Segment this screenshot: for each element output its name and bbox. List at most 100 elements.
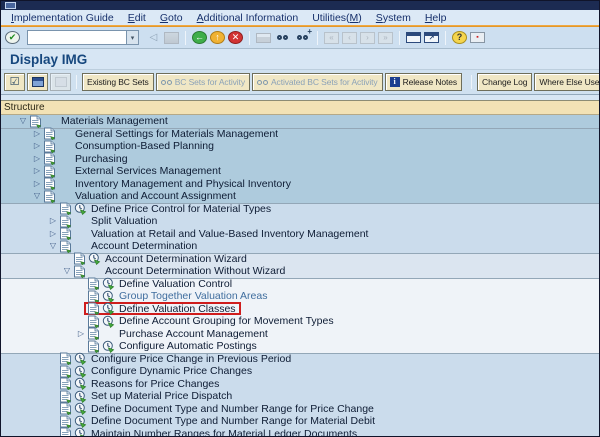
tree-item-label[interactable]: Maintain Number Ranges for Material Ledg…	[91, 428, 357, 436]
execute-activity-icon[interactable]	[74, 427, 88, 436]
img-documentation-icon[interactable]	[87, 315, 102, 328]
execute-activity-icon[interactable]	[102, 302, 116, 316]
img-documentation-icon[interactable]	[59, 377, 74, 391]
execute-activity-icon[interactable]	[74, 352, 88, 366]
img-documentation-icon[interactable]	[43, 190, 58, 203]
release-notes-button[interactable]: i Release Notes	[384, 73, 463, 91]
tree-item-valuation-at-retail-and-value-based-inventory-management[interactable]: ▷ Valuation at Retail and Value-Based In…	[1, 227, 599, 241]
command-input[interactable]	[27, 30, 127, 45]
back-icon[interactable]: ←	[192, 31, 207, 44]
img-documentation-icon[interactable]	[87, 340, 102, 353]
tree-item-define-document-type-and-number-range-for-material-debit[interactable]: Define Document Type and Number Range fo…	[1, 415, 599, 428]
tree-item-label[interactable]: Reasons for Price Changes	[91, 378, 219, 390]
execute-activity-icon[interactable]	[74, 390, 88, 403]
tree-item-external-services-management[interactable]: ▷ External Services Management	[1, 165, 599, 178]
execute-activity-icon[interactable]	[88, 252, 102, 266]
img-documentation-icon[interactable]	[59, 402, 74, 416]
tree-item-configure-price-change-in-previous-period[interactable]: Configure Price Change in Previous Perio…	[1, 352, 599, 366]
menu-help[interactable]: Help	[425, 12, 447, 24]
tree-item-inventory-management-and-physical-inventory[interactable]: ▷ Inventory Management and Physical Inve…	[1, 177, 599, 191]
tree-item-label[interactable]: Account Determination Wizard	[105, 253, 247, 265]
command-history-dropdown-icon[interactable]: ▾	[126, 30, 139, 45]
img-documentation-icon[interactable]	[43, 140, 58, 153]
menu-additional-information[interactable]: Additional Information	[197, 12, 299, 24]
execute-activity-icon[interactable]	[74, 402, 88, 416]
tree-item-materials-management[interactable]: ▽ Materials Management	[1, 115, 599, 128]
tree-item-define-valuation-classes[interactable]: Define Valuation Classes	[1, 302, 599, 316]
menu-utilities-m[interactable]: Utilities(M)	[312, 12, 362, 24]
img-documentation-icon[interactable]	[59, 427, 74, 436]
help-icon[interactable]: ?	[452, 31, 467, 44]
tree-item-define-valuation-control[interactable]: Define Valuation Control	[1, 277, 599, 291]
img-documentation-icon[interactable]	[59, 227, 74, 241]
img-documentation-icon[interactable]	[29, 115, 44, 128]
execute-activity-icon[interactable]	[74, 365, 88, 378]
tree-item-label[interactable]: Configure Dynamic Price Changes	[91, 365, 252, 377]
img-documentation-icon[interactable]	[59, 240, 74, 253]
window-menu-icon[interactable]	[5, 2, 16, 9]
expand-arrow-icon[interactable]: ▷	[31, 154, 43, 163]
execute-activity-icon[interactable]	[102, 340, 116, 353]
img-documentation-icon[interactable]	[43, 177, 58, 191]
enter-icon[interactable]: ✔	[5, 31, 20, 44]
bc-set-display-icon-button[interactable]	[27, 73, 48, 91]
img-documentation-icon[interactable]	[59, 390, 74, 403]
collapse-toolbar-icon[interactable]: ◁	[146, 31, 161, 45]
expand-arrow-icon[interactable]: ▷	[31, 167, 43, 175]
tree-item-label[interactable]: Inventory Management and Physical Invent…	[75, 178, 291, 190]
execute-activity-icon[interactable]	[102, 290, 116, 303]
expand-arrow-icon[interactable]: ▷	[75, 329, 87, 338]
expand-arrow-icon[interactable]: ▷	[47, 217, 59, 225]
tree-item-label[interactable]: Define Valuation Control	[119, 278, 232, 290]
tree-item-label[interactable]: Define Account Grouping for Movement Typ…	[119, 315, 334, 327]
where-else-used-button[interactable]: Where Else Used	[534, 73, 599, 91]
tree-item-label[interactable]: Group Together Valuation Areas	[119, 290, 267, 302]
collapse-arrow-icon[interactable]: ▽	[61, 267, 73, 275]
tree-item-label[interactable]: Set up Material Price Dispatch	[91, 390, 232, 402]
img-documentation-icon[interactable]	[87, 277, 102, 291]
tree-item-define-account-grouping-for-movement-types[interactable]: Define Account Grouping for Movement Typ…	[1, 315, 599, 328]
expand-arrow-icon[interactable]: ▷	[31, 129, 43, 138]
execute-activity-icon[interactable]	[74, 415, 88, 428]
tree-item-label[interactable]: General Settings for Materials Managemen…	[75, 128, 278, 140]
tree-item-label[interactable]: Define Document Type and Number Range fo…	[91, 415, 375, 427]
img-documentation-icon[interactable]	[43, 165, 58, 178]
tree-item-label[interactable]: Account Determination	[91, 240, 197, 252]
expand-arrow-icon[interactable]: ▷	[31, 179, 43, 188]
collapse-arrow-icon[interactable]: ▽	[47, 242, 59, 250]
execute-activity-icon[interactable]	[102, 277, 116, 291]
find-next-icon[interactable]: +	[294, 27, 312, 45]
img-documentation-icon[interactable]	[73, 265, 88, 278]
img-documentation-icon[interactable]	[59, 415, 74, 428]
img-documentation-icon[interactable]	[59, 215, 74, 228]
tree-item-reasons-for-price-changes[interactable]: Reasons for Price Changes	[1, 377, 599, 391]
tree-item-valuation-and-account-assignment[interactable]: ▽ Valuation and Account Assignment	[1, 190, 599, 203]
execute-activity-icon[interactable]	[74, 202, 88, 216]
new-session-icon[interactable]	[406, 32, 421, 43]
img-documentation-icon[interactable]	[87, 302, 102, 316]
tree-item-define-price-control-for-material-types[interactable]: Define Price Control for Material Types	[1, 202, 599, 216]
create-shortcut-icon[interactable]: ↗	[424, 32, 439, 43]
tree-item-set-up-material-price-dispatch[interactable]: Set up Material Price Dispatch	[1, 390, 599, 403]
expand-arrow-icon[interactable]: ▷	[47, 229, 59, 238]
tree-item-configure-automatic-postings[interactable]: Configure Automatic Postings	[1, 340, 599, 353]
collapse-arrow-icon[interactable]: ▽	[17, 117, 29, 125]
exit-icon[interactable]: ↑	[210, 31, 225, 44]
tree-item-split-valuation[interactable]: ▷ Split Valuation	[1, 215, 599, 228]
tree-item-account-determination-without-wizard[interactable]: ▽ Account Determination Without Wizard	[1, 265, 599, 278]
tree-item-label[interactable]: Configure Price Change in Previous Perio…	[91, 353, 291, 365]
menu-implementation-guide[interactable]: Implementation Guide	[11, 12, 114, 24]
tree-item-label[interactable]: Define Document Type and Number Range fo…	[91, 403, 374, 415]
tree-item-label[interactable]: Split Valuation	[91, 215, 157, 227]
tree-item-label[interactable]: Consumption-Based Planning	[75, 140, 214, 152]
execute-activity-icon[interactable]	[74, 377, 88, 391]
tree-item-label[interactable]: Materials Management	[61, 115, 168, 127]
tree-item-consumption-based-planning[interactable]: ▷ Consumption-Based Planning	[1, 140, 599, 153]
img-documentation-icon[interactable]	[59, 202, 74, 216]
change-log-button[interactable]: Change Log	[477, 73, 533, 91]
img-documentation-icon[interactable]	[73, 252, 88, 266]
expand-arrow-icon[interactable]: ▷	[31, 142, 43, 150]
tree-item-label[interactable]: Account Determination Without Wizard	[105, 265, 285, 277]
layout-menu-icon[interactable]: ▪	[470, 32, 485, 43]
find-icon[interactable]	[274, 31, 291, 45]
